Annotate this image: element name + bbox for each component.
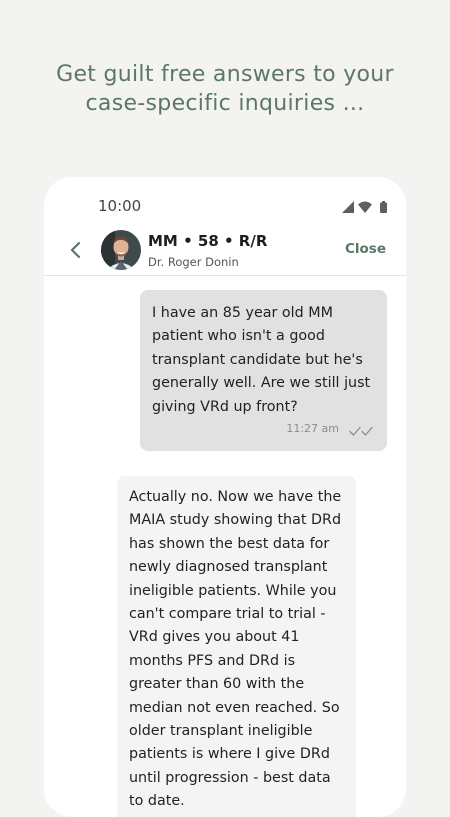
- back-button[interactable]: [62, 237, 88, 263]
- status-time: 10:00: [98, 197, 142, 215]
- chat-subtitle-doctor: Dr. Roger Donin: [148, 255, 239, 269]
- avatar[interactable]: [101, 230, 141, 270]
- status-bar: 10:00: [44, 177, 406, 229]
- headline-line-1: Get guilt free answers to your: [56, 62, 394, 87]
- message-text: I have an 85 year old MM patient who isn…: [152, 305, 371, 415]
- incoming-message: Actually no. Now we have the MAIA study …: [117, 476, 356, 817]
- wifi-icon: [358, 198, 372, 213]
- message-list[interactable]: I have an 85 year old MM patient who isn…: [44, 276, 406, 817]
- headline-line-2: case-specific inquiries ...: [85, 91, 365, 116]
- chat-title: MM • 58 • R/R: [148, 232, 268, 250]
- message-time: 11:27 am: [286, 421, 339, 435]
- battery-icon: [379, 198, 388, 213]
- outgoing-message: I have an 85 year old MM patient who isn…: [140, 290, 387, 451]
- double-check-icon: [349, 422, 375, 436]
- close-button[interactable]: Close: [345, 241, 386, 257]
- promo-headline: Get guilt free answers to your case-spec…: [0, 60, 450, 118]
- phone-frame: 10:00 MM • 58 • R/R Dr. Roger Donin Clos…: [44, 177, 406, 817]
- message-text: Actually no. Now we have the MAIA study …: [129, 489, 342, 810]
- chat-header: MM • 58 • R/R Dr. Roger Donin Close: [44, 229, 406, 276]
- signal-icon: [342, 198, 354, 213]
- chevron-left-icon: [70, 241, 81, 259]
- message-meta: 11:27 am: [286, 417, 375, 440]
